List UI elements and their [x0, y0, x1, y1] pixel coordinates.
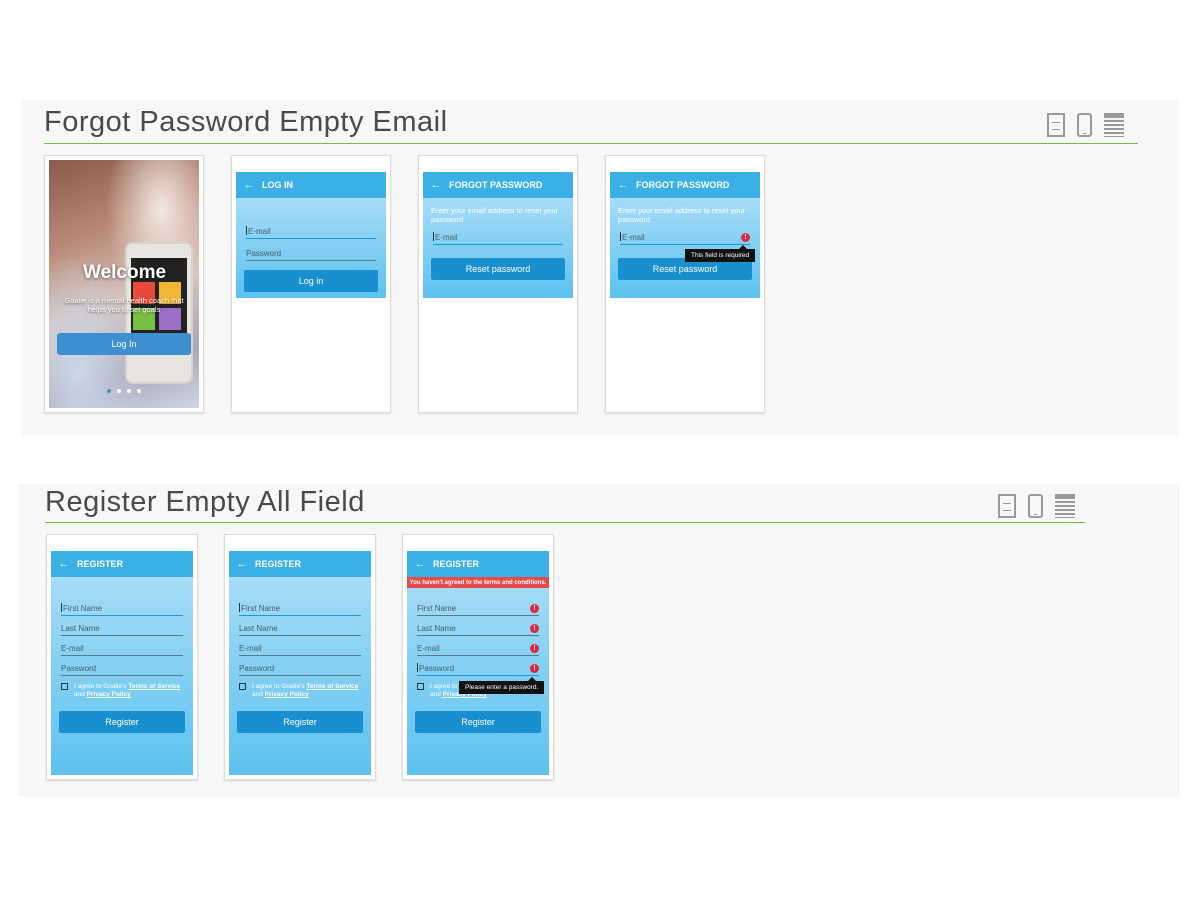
phone-icon[interactable] [1028, 494, 1043, 518]
last-name-input[interactable]: Last Name! [417, 621, 539, 636]
terms-link[interactable]: Terms of Service [306, 683, 358, 690]
error-tooltip: Please enter a password. [459, 677, 545, 694]
error-icon: ! [530, 664, 539, 673]
login-button[interactable]: Log In [57, 333, 191, 355]
appbar-title: FORGOT PASSWORD [636, 180, 730, 190]
back-arrow-icon[interactable]: ← [423, 179, 449, 191]
welcome-subtitle: Goalie is a mental health coach that hel… [64, 296, 184, 314]
welcome-screen: Welcome Goalie is a mental health coach … [49, 160, 199, 408]
screen-card-register[interactable]: ← REGISTER First Name Last Name E-mail P… [224, 534, 376, 780]
first-name-input[interactable]: First Name [239, 601, 361, 616]
back-arrow-icon[interactable]: ← [407, 558, 433, 570]
screen-card-login[interactable]: ← LOG IN E-mail Password Log in [231, 155, 391, 413]
section-divider [44, 143, 1138, 144]
email-input[interactable]: E-mail ! [620, 230, 750, 245]
email-input[interactable]: E-mail! [417, 641, 539, 656]
page-dot[interactable] [107, 389, 111, 393]
section-title: Register Empty All Field [45, 486, 365, 518]
form-body: First Name! Last Name! E-mail! Password!… [407, 577, 549, 775]
document-icon[interactable] [1055, 494, 1075, 518]
register-button[interactable]: Register [237, 711, 363, 733]
password-input[interactable]: Password! [417, 661, 539, 676]
phone-icon[interactable] [1077, 113, 1092, 137]
first-name-input[interactable]: First Name [61, 601, 183, 616]
screen-card-register[interactable]: ← REGISTER First Name Last Name E-mail P… [46, 534, 198, 780]
error-banner: You haven't agreed to the terms and cond… [407, 577, 549, 588]
login-submit-button[interactable]: Log in [244, 270, 378, 292]
page-indicator [107, 389, 141, 393]
screen-card-welcome[interactable]: Welcome Goalie is a mental health coach … [44, 155, 204, 413]
error-icon: ! [530, 644, 539, 653]
appbar: ← REGISTER [407, 551, 549, 577]
error-icon: ! [530, 604, 539, 613]
form-body: Enter your email address to reset your p… [423, 198, 573, 298]
back-arrow-icon[interactable]: ← [229, 558, 255, 570]
film-icon[interactable] [1047, 113, 1065, 137]
terms-checkbox[interactable] [239, 683, 246, 690]
appbar-title: REGISTER [255, 559, 302, 569]
reset-password-button[interactable]: Reset password [431, 258, 565, 280]
form-body: Enter your email address to reset your p… [610, 198, 760, 298]
back-arrow-icon[interactable]: ← [236, 179, 262, 191]
form-body: E-mail Password Log in [236, 198, 386, 298]
appbar: ← REGISTER [229, 551, 371, 577]
back-arrow-icon[interactable]: ← [610, 179, 636, 191]
appbar-title: FORGOT PASSWORD [449, 180, 543, 190]
email-input[interactable]: E-mail [246, 224, 376, 239]
document-icon[interactable] [1104, 113, 1124, 137]
error-tooltip: This field is required [685, 245, 756, 262]
terms-checkbox[interactable] [61, 683, 68, 690]
email-input[interactable]: E-mail [433, 230, 563, 245]
appbar-title: REGISTER [77, 559, 124, 569]
appbar: ← FORGOT PASSWORD [423, 172, 573, 198]
appbar-title: REGISTER [433, 559, 480, 569]
hint-text: Enter your email address to reset your p… [618, 206, 746, 224]
register-button[interactable]: Register [59, 711, 185, 733]
privacy-link[interactable]: Privacy Policy [87, 691, 131, 698]
terms-checkbox[interactable] [417, 683, 424, 690]
email-input[interactable]: E-mail [61, 641, 183, 656]
back-arrow-icon[interactable]: ← [51, 558, 77, 570]
privacy-link[interactable]: Privacy Policy [265, 691, 309, 698]
appbar-title: LOG IN [262, 180, 293, 190]
page-dot[interactable] [127, 389, 131, 393]
film-icon[interactable] [998, 494, 1016, 518]
screen-card-forgot-password-error[interactable]: ← FORGOT PASSWORD Enter your email addre… [605, 155, 765, 413]
terms-link[interactable]: Terms of Service [128, 683, 180, 690]
error-icon: ! [530, 624, 539, 633]
last-name-input[interactable]: Last Name [61, 621, 183, 636]
section-title: Forgot Password Empty Email [44, 106, 448, 138]
welcome-title: Welcome [83, 262, 167, 283]
form-body: First Name Last Name E-mail Password I a… [51, 577, 193, 775]
view-toolbar [1047, 113, 1124, 137]
screen-card-register-error[interactable]: ← REGISTER First Name! Last Name! E-mail… [402, 534, 554, 780]
email-input[interactable]: E-mail [239, 641, 361, 656]
appbar: ← REGISTER [51, 551, 193, 577]
section-divider [45, 522, 1085, 523]
screen-card-forgot-password[interactable]: ← FORGOT PASSWORD Enter your email addre… [418, 155, 578, 413]
page-dot[interactable] [117, 389, 121, 393]
password-input[interactable]: Password [239, 661, 361, 676]
appbar: ← FORGOT PASSWORD [610, 172, 760, 198]
appbar: ← LOG IN [236, 172, 386, 198]
form-body: First Name Last Name E-mail Password I a… [229, 577, 371, 775]
hint-text: Enter your email address to reset your p… [431, 206, 559, 224]
register-button[interactable]: Register [415, 711, 541, 733]
password-input[interactable]: Password [246, 246, 376, 261]
page-dot[interactable] [137, 389, 141, 393]
password-input[interactable]: Password [61, 661, 183, 676]
last-name-input[interactable]: Last Name [239, 621, 361, 636]
first-name-input[interactable]: First Name! [417, 601, 539, 616]
error-icon: ! [741, 233, 750, 242]
view-toolbar [998, 494, 1075, 518]
